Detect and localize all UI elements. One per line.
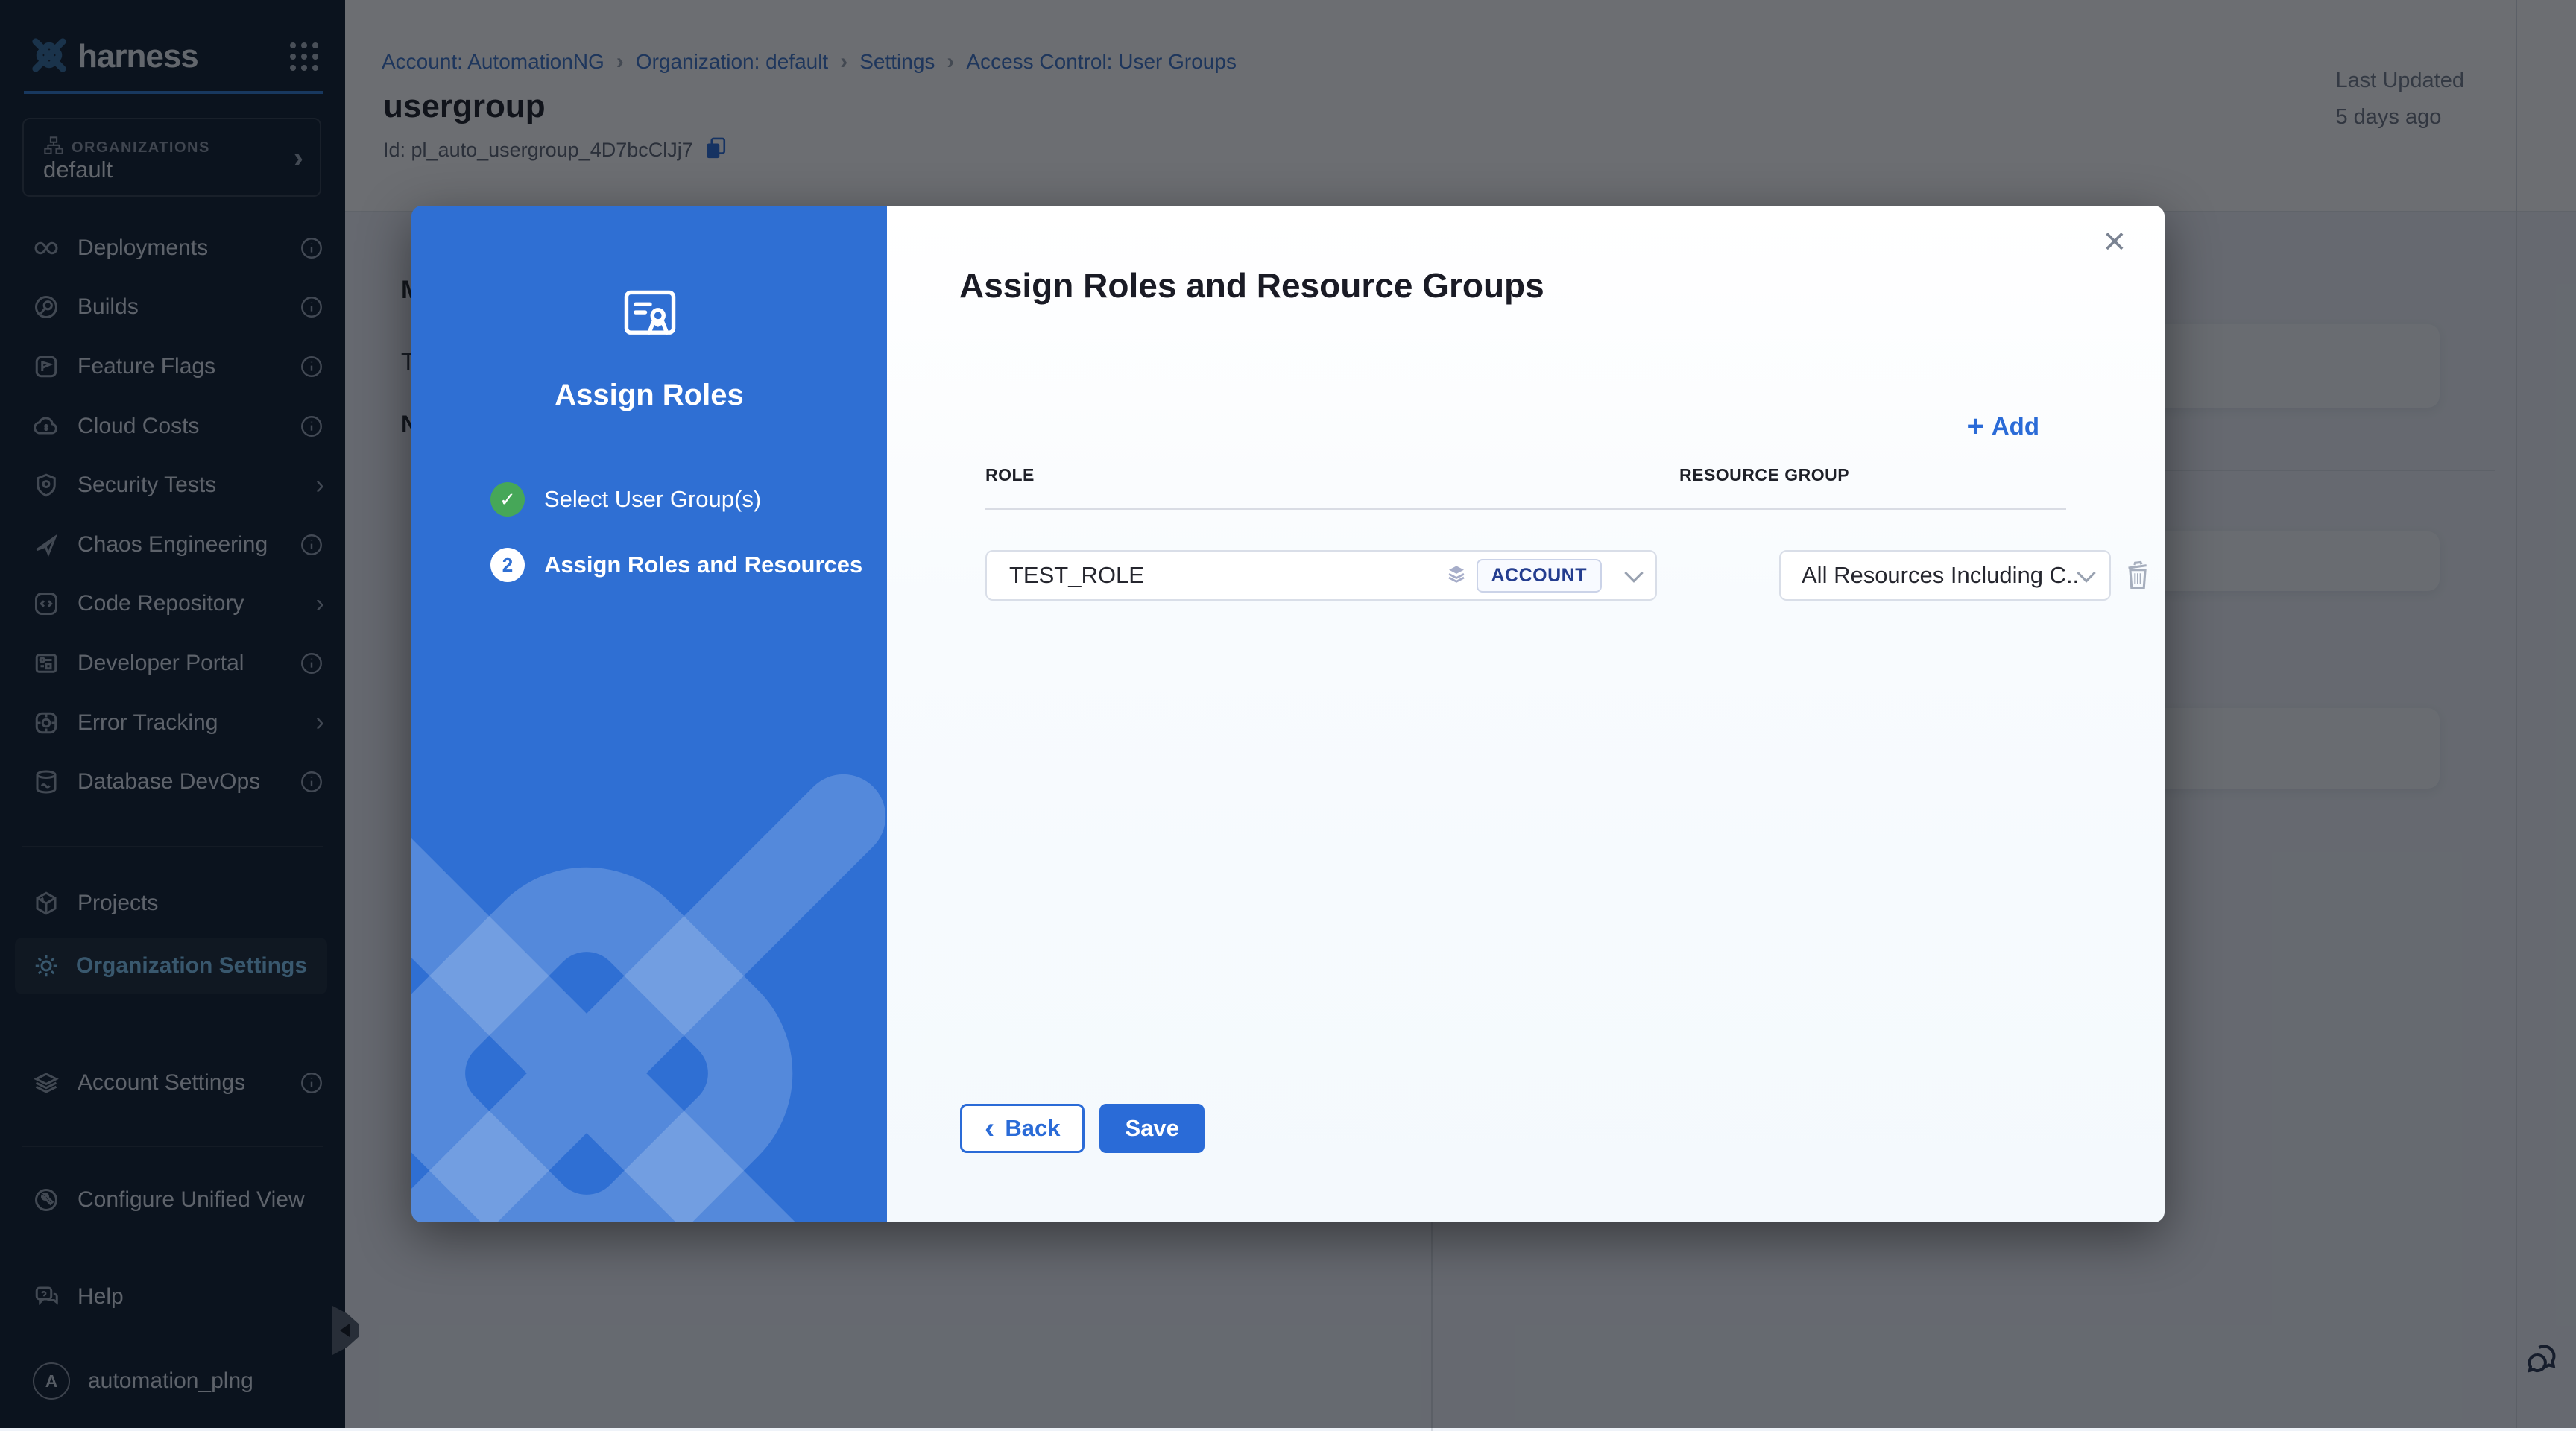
wizard-title: Assign Roles <box>411 379 887 412</box>
back-button-label: Back <box>1005 1115 1060 1142</box>
wizard-panel: Assign Roles ✓ Select User Group(s) 2 As… <box>411 206 887 1222</box>
wizard-step-label: Assign Roles and Resources <box>544 552 862 578</box>
harness-watermark-icon <box>411 760 887 1222</box>
wizard-step-select-user-groups[interactable]: ✓ Select User Group(s) <box>490 481 865 517</box>
add-button-label: Add <box>1992 412 2039 440</box>
table-header-divider <box>985 508 2066 510</box>
close-icon[interactable]: × <box>2103 222 2126 261</box>
assign-roles-card-icon <box>618 280 682 348</box>
step-complete-check-icon: ✓ <box>490 482 525 517</box>
back-button[interactable]: ‹ Back <box>960 1104 1085 1153</box>
role-scope: ACCOUNT <box>1445 559 1603 593</box>
save-button[interactable]: Save <box>1099 1104 1204 1153</box>
step-number-badge: 2 <box>490 548 525 582</box>
resource-group-value: All Resources Including C... <box>1802 562 2080 589</box>
role-select-value: TEST_ROLE <box>1009 562 1144 589</box>
assign-roles-modal: Assign Roles ✓ Select User Group(s) 2 As… <box>411 206 2165 1222</box>
layers-icon <box>1445 563 1468 589</box>
column-header-role: ROLE <box>985 465 1035 485</box>
modal-footer: ‹ Back Save <box>960 1104 1205 1153</box>
column-header-resource-group: RESOURCE GROUP <box>1679 465 1849 485</box>
chevron-down-icon <box>1624 563 1643 582</box>
add-role-button[interactable]: + Add <box>1966 411 2039 441</box>
save-button-label: Save <box>1125 1115 1178 1142</box>
wizard-step-assign-roles[interactable]: 2 Assign Roles and Resources <box>490 547 865 583</box>
delete-row-button[interactable] <box>2121 557 2154 597</box>
plus-icon: + <box>1966 411 1983 441</box>
resource-group-select[interactable]: All Resources Including C... <box>1779 550 2111 601</box>
chevron-left-icon: ‹ <box>985 1116 994 1140</box>
chevron-down-icon <box>2077 563 2095 582</box>
scope-tag: ACCOUNT <box>1477 559 1603 593</box>
role-select[interactable]: TEST_ROLE ACCOUNT <box>985 550 1657 601</box>
modal-content-panel: × Assign Roles and Resource Groups + Add… <box>887 206 2165 1222</box>
modal-title: Assign Roles and Resource Groups <box>959 265 1544 306</box>
wizard-step-label: Select User Group(s) <box>544 486 761 513</box>
role-assignment-row: TEST_ROLE ACCOUNT All Resources Includin… <box>985 550 2165 601</box>
